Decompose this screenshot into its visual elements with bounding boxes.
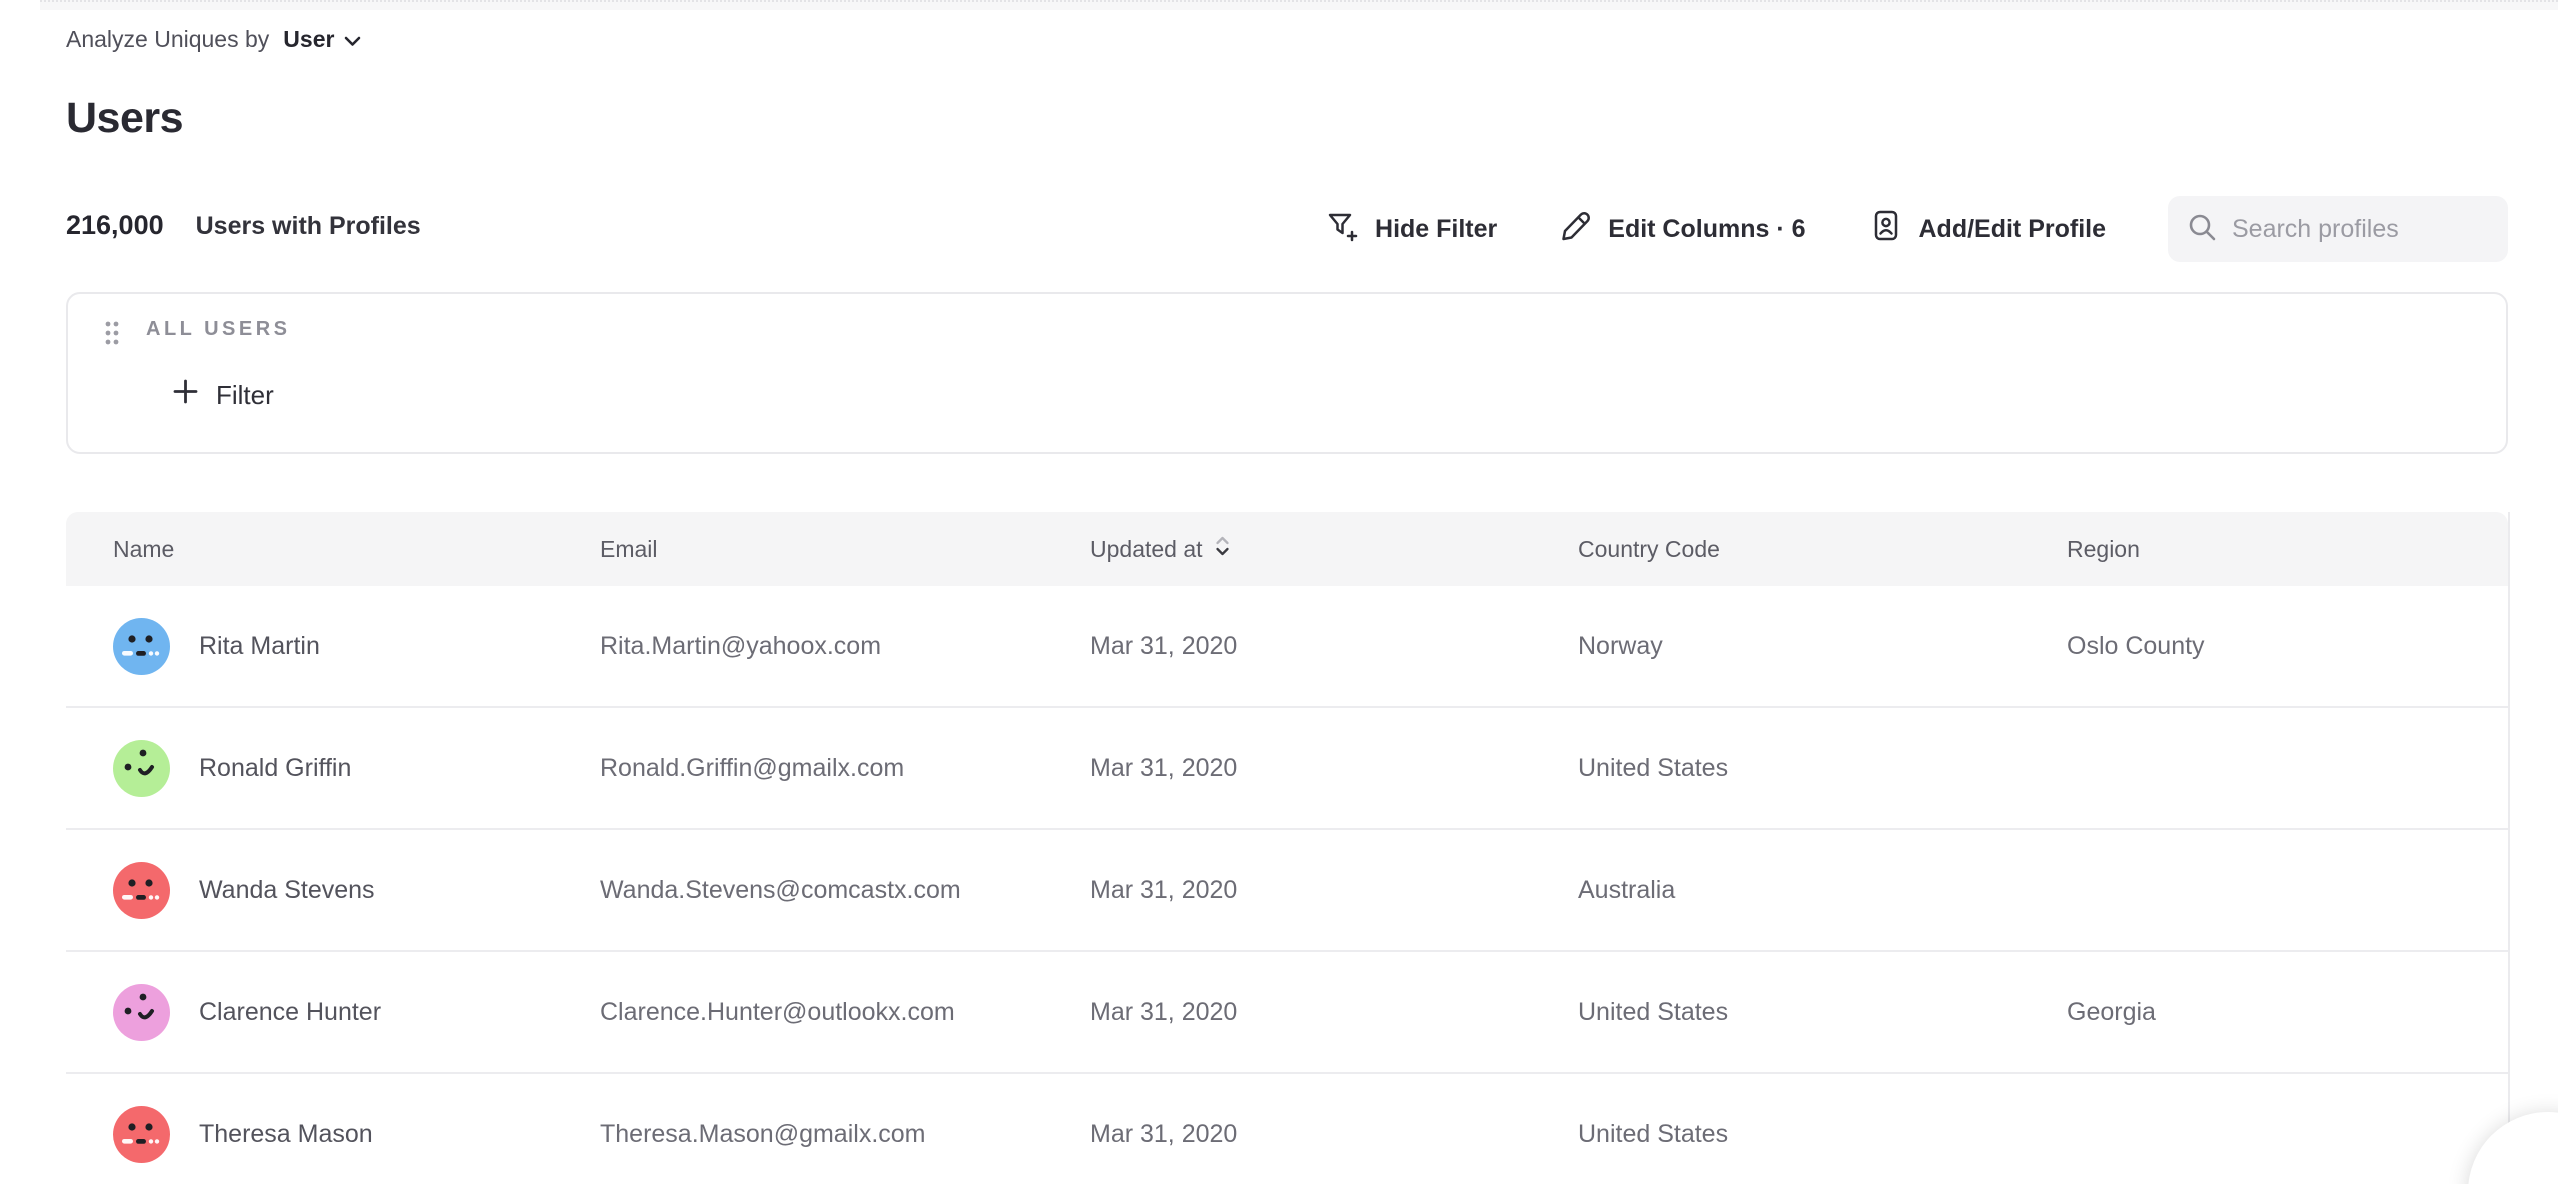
name-cell: Wanda Stevens [113, 862, 600, 919]
users-table: Name Email Updated at Country Code Regio… [66, 512, 2510, 1184]
sort-icon[interactable] [1215, 534, 1230, 564]
add-filter-label: Filter [216, 380, 274, 411]
all-users-group-label: ALL USERS [146, 318, 290, 341]
user-country: United States [1578, 754, 2067, 783]
analyze-uniques-row: Analyze Uniques by User [66, 26, 361, 53]
drag-handle-icon[interactable] [104, 320, 120, 351]
user-country: Australia [1578, 876, 2067, 905]
table-row[interactable]: Clarence Hunter Clarence.Hunter@outlookx… [66, 952, 2508, 1074]
column-header-updated-at[interactable]: Updated at [1090, 534, 1578, 564]
analyze-by-value: User [283, 26, 334, 53]
add-edit-profile-label: Add/Edit Profile [1919, 215, 2107, 244]
user-avatar [113, 862, 170, 919]
filter-panel: ALL USERS Filter [66, 292, 2508, 454]
user-email: Wanda.Stevens@comcastx.com [600, 876, 1090, 905]
column-header-region[interactable]: Region [2067, 536, 2508, 563]
user-name[interactable]: Wanda Stevens [199, 876, 375, 905]
stats-row: 216,000 Users with Profiles [66, 210, 421, 241]
user-email: Rita.Martin@yahoox.com [600, 632, 1090, 661]
name-cell: Clarence Hunter [113, 984, 600, 1041]
funnel-plus-icon [1324, 208, 1360, 251]
table-row[interactable]: Rita Martin Rita.Martin@yahoox.com Mar 3… [66, 586, 2508, 708]
user-country: Norway [1578, 632, 2067, 661]
user-avatar [113, 618, 170, 675]
user-email: Clarence.Hunter@outlookx.com [600, 998, 1090, 1027]
add-edit-profile-button[interactable]: Add/Edit Profile [1868, 208, 2107, 251]
search-profiles-input[interactable] [2232, 215, 2490, 244]
column-header-country-code[interactable]: Country Code [1578, 536, 2067, 563]
user-avatar [113, 984, 170, 1041]
user-updated-at: Mar 31, 2020 [1090, 1120, 1578, 1149]
page-title: Users [66, 94, 183, 143]
column-header-name[interactable]: Name [113, 536, 600, 563]
add-filter-button[interactable]: Filter [172, 378, 274, 412]
analyze-by-dropdown[interactable]: User [283, 26, 361, 53]
user-name[interactable]: Rita Martin [199, 632, 320, 661]
user-name[interactable]: Ronald Griffin [199, 754, 351, 783]
hide-filter-label: Hide Filter [1375, 215, 1497, 244]
user-updated-at: Mar 31, 2020 [1090, 998, 1578, 1027]
table-row[interactable]: Ronald Griffin Ronald.Griffin@gmailx.com… [66, 708, 2508, 830]
user-email: Ronald.Griffin@gmailx.com [600, 754, 1090, 783]
user-updated-at: Mar 31, 2020 [1090, 632, 1578, 661]
users-page: Analyze Uniques by User Users 216,000 Us… [0, 0, 2558, 1184]
chevron-down-icon [344, 26, 361, 53]
column-header-email[interactable]: Email [600, 536, 1090, 563]
user-email: Theresa.Mason@gmailx.com [600, 1120, 1090, 1149]
edit-columns-label: Edit Columns · 6 [1608, 215, 1805, 244]
user-country: United States [1578, 1120, 2067, 1149]
user-count-label: Users with Profiles [196, 212, 421, 241]
edit-columns-button[interactable]: Edit Columns · 6 [1559, 209, 1805, 250]
user-avatar [113, 740, 170, 797]
user-region: Oslo County [2067, 632, 2508, 661]
hide-filter-button[interactable]: Hide Filter [1324, 208, 1497, 251]
user-name[interactable]: Clarence Hunter [199, 998, 381, 1027]
table-row[interactable]: Theresa Mason Theresa.Mason@gmailx.com M… [66, 1074, 2508, 1184]
name-cell: Ronald Griffin [113, 740, 600, 797]
top-edge-strip [40, 0, 2558, 10]
profile-card-icon [1868, 208, 1904, 251]
user-country: United States [1578, 998, 2067, 1027]
search-icon [2186, 211, 2218, 248]
user-region: Georgia [2067, 998, 2508, 1027]
user-name[interactable]: Theresa Mason [199, 1120, 373, 1149]
table-header: Name Email Updated at Country Code Regio… [66, 512, 2508, 586]
search-profiles-box[interactable] [2168, 196, 2508, 262]
user-updated-at: Mar 31, 2020 [1090, 754, 1578, 783]
toolbar: Hide Filter Edit Columns · 6 Add/Edit Pr… [1324, 196, 2508, 262]
analyze-uniques-label: Analyze Uniques by [66, 26, 269, 53]
name-cell: Rita Martin [113, 618, 600, 675]
name-cell: Theresa Mason [113, 1106, 600, 1163]
user-updated-at: Mar 31, 2020 [1090, 876, 1578, 905]
plus-icon [172, 378, 199, 412]
user-avatar [113, 1106, 170, 1163]
table-row[interactable]: Wanda Stevens Wanda.Stevens@comcastx.com… [66, 830, 2508, 952]
pencil-icon [1559, 209, 1593, 250]
user-count: 216,000 [66, 210, 164, 241]
